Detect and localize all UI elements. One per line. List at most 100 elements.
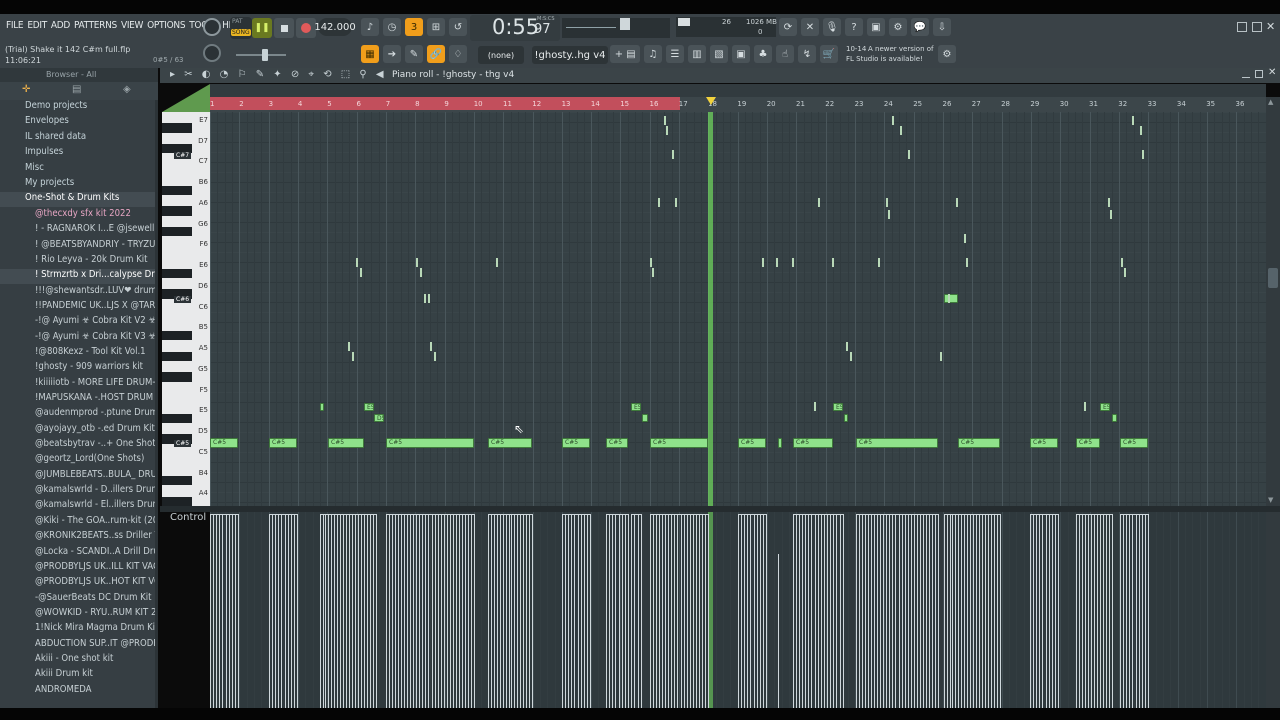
note-c5[interactable]: C#5 [1076, 438, 1100, 448]
velocity-bar[interactable] [964, 514, 965, 708]
browser-folder[interactable]: IL shared data [0, 131, 158, 146]
velocity-bar[interactable] [609, 514, 611, 708]
note-e5[interactable] [320, 403, 324, 411]
velocity-bar[interactable] [856, 514, 857, 708]
ghost-note[interactable] [1121, 258, 1123, 267]
velocity-bar[interactable] [988, 514, 989, 708]
mixer-view-icon[interactable]: ▥ [688, 45, 706, 63]
note-e5[interactable]: E5 [364, 403, 374, 411]
velocity-bar[interactable] [653, 514, 655, 708]
velocity-bar[interactable] [868, 514, 870, 708]
playhead-marker-icon[interactable] [706, 97, 716, 105]
velocity-bar[interactable] [222, 514, 224, 708]
velocity-bar[interactable] [877, 514, 879, 708]
velocity-bar[interactable] [665, 514, 667, 708]
velocity-bar[interactable] [886, 514, 888, 708]
black-key[interactable] [162, 351, 192, 361]
velocity-bar-low[interactable] [793, 608, 794, 708]
browser-item[interactable]: ABDUCTION SUP..IT @PRODBYLJS [0, 638, 158, 653]
ghost-note[interactable] [956, 198, 958, 207]
velocity-bar[interactable] [955, 514, 957, 708]
velocity-bar[interactable] [680, 514, 682, 708]
velocity-bar[interactable] [568, 514, 570, 708]
velocity-bar[interactable] [701, 514, 703, 708]
loop-record-icon[interactable]: ↺ [449, 18, 467, 36]
velocity-bar[interactable] [1054, 514, 1056, 708]
velocity-bar[interactable] [413, 514, 415, 708]
velocity-bar[interactable] [290, 514, 292, 708]
velocity-bar[interactable] [796, 514, 798, 708]
metronome-icon[interactable]: ♪ [361, 18, 379, 36]
velocity-bar[interactable] [467, 514, 469, 708]
velocity-bar[interactable] [631, 514, 632, 708]
velocity-bar[interactable] [440, 514, 442, 708]
ghost-note[interactable] [1084, 402, 1086, 411]
ghost-note[interactable] [650, 258, 652, 267]
velocity-bar[interactable] [320, 514, 321, 708]
velocity-bar[interactable] [343, 514, 344, 708]
velocity-bar[interactable] [898, 514, 900, 708]
ghost-note[interactable] [940, 352, 942, 361]
menu-edit[interactable]: EDIT [27, 20, 47, 31]
velocity-bar[interactable] [213, 514, 215, 708]
velocity-bar[interactable] [991, 514, 992, 708]
master-volume-slider[interactable] [236, 54, 286, 56]
velocity-bar[interactable] [281, 514, 283, 708]
browser-item[interactable]: @JUMBLEBEATS..BULA_ DRUMKIT [0, 469, 158, 484]
menu-options[interactable]: OPTIONS [147, 20, 185, 31]
note-c5[interactable] [778, 438, 782, 448]
velocity-bar[interactable] [766, 514, 767, 708]
pianoroll-minimize-icon[interactable] [1242, 70, 1250, 78]
ghost-note[interactable] [675, 198, 677, 207]
ghost-note[interactable] [496, 258, 498, 267]
velocity-bar[interactable] [386, 514, 387, 708]
velocity-bar[interactable] [674, 514, 676, 708]
pianoroll-scrollbar[interactable] [1266, 97, 1280, 507]
black-key[interactable] [162, 268, 192, 278]
browser-folder[interactable]: One-Shot & Drum Kits [0, 192, 158, 208]
velocity-bar[interactable] [580, 514, 582, 708]
velocity-bar[interactable] [938, 514, 939, 708]
browser-toggle-icon[interactable]: ▣ [732, 45, 750, 63]
velocity-bar[interactable] [425, 514, 427, 708]
velocity-bar[interactable] [437, 514, 439, 708]
velocity-bar[interactable] [901, 514, 903, 708]
pianoroll-overview[interactable] [210, 84, 1266, 97]
velocity-bar-low[interactable] [778, 554, 779, 708]
piano-roll-icon[interactable]: ♫ [644, 45, 662, 63]
play-button[interactable]: ❚❚ [252, 18, 272, 38]
note-d5[interactable]: D5 [374, 414, 384, 422]
velocity-bar[interactable] [1088, 514, 1089, 708]
velocity-bar[interactable] [529, 514, 531, 708]
velocity-bar[interactable] [961, 514, 962, 708]
velocity-bar[interactable] [577, 514, 579, 708]
browser-item[interactable]: @beatsbytrav -..+ One Shot Kit) [0, 438, 158, 453]
velocity-bar[interactable] [817, 514, 819, 708]
velocity-bar[interactable] [895, 514, 897, 708]
note-c5[interactable]: C#5 [328, 438, 364, 448]
ghost-note[interactable] [792, 258, 794, 267]
velocity-bar[interactable] [634, 514, 636, 708]
velocity-bar[interactable] [331, 514, 332, 708]
velocity-bar[interactable] [922, 514, 924, 708]
step-forward-icon[interactable]: ➔ [383, 45, 401, 63]
scroll-down-icon[interactable]: ▼ [1268, 496, 1273, 504]
velocity-bar[interactable] [216, 514, 218, 708]
master-volume-knob[interactable] [203, 18, 221, 36]
velocity-bar[interactable] [1082, 514, 1083, 708]
velocity-bar[interactable] [970, 514, 971, 708]
velocity-bar[interactable] [677, 514, 679, 708]
velocity-bar[interactable] [511, 514, 513, 708]
velocity-bar[interactable] [488, 514, 489, 708]
ghost-note[interactable] [814, 402, 816, 411]
ghost-note[interactable] [846, 342, 848, 351]
velocity-bar[interactable] [883, 514, 885, 708]
channel-settings-icon[interactable]: ▧ [710, 45, 728, 63]
news-settings-icon[interactable]: ⚙ [938, 45, 956, 63]
velocity-bar[interactable] [434, 514, 436, 708]
velocity-bar[interactable] [744, 514, 746, 708]
velocity-bar[interactable] [1112, 514, 1113, 708]
browser-folder[interactable]: Misc [0, 162, 158, 177]
velocity-bar[interactable] [814, 514, 816, 708]
velocity-bar[interactable] [514, 514, 516, 708]
